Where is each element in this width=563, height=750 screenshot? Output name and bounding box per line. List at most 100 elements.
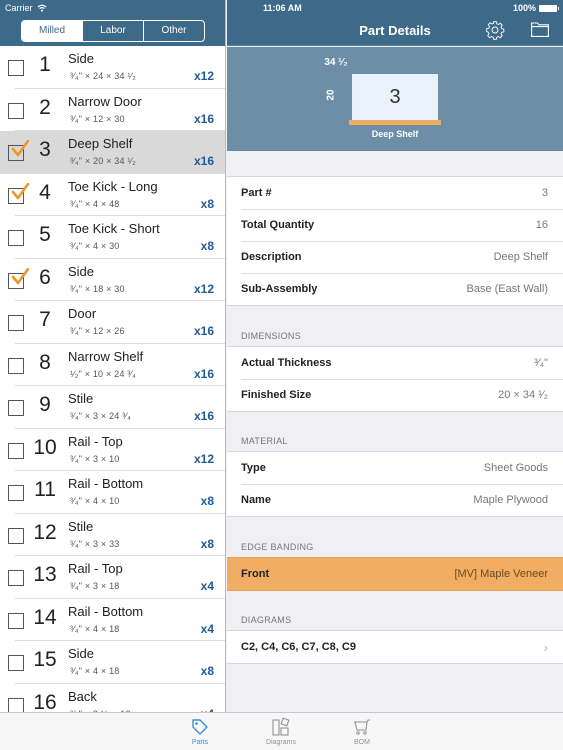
dimensions-group: Actual Thickness ³⁄₄" Finished Size 20 ×… <box>227 346 563 412</box>
diagrams-list: C2, C4, C6, C7, C8, C9 <box>241 641 356 653</box>
tab-bom-label: BOM <box>354 739 370 746</box>
part-name: Rail - Bottom <box>68 603 144 619</box>
part-quantity: x16 <box>193 154 214 168</box>
part-quantity: x12 <box>193 69 214 83</box>
part-dimensions: ¹⁄₂" × 10 × 24 ³⁄₄ <box>70 368 136 379</box>
part-checkbox[interactable] <box>8 442 24 459</box>
part-checkbox[interactable] <box>8 697 24 712</box>
parts-panel: Carrier Milled Labor Other 1 Side ³⁄₄" × 2… <box>0 0 226 712</box>
part-checkbox[interactable] <box>8 315 24 331</box>
tab-diagrams[interactable]: Diagrams <box>251 717 311 746</box>
checkmark-icon <box>11 140 30 157</box>
part-row[interactable]: 16Back³⁄₄" × 3 ¹⁄₂ × 12x4 <box>0 683 225 713</box>
part-row[interactable]: 11 Rail - Bottom ³⁄₄" × 4 × 10 x8 <box>0 471 225 514</box>
part-details-panel: 11:06 AM 100% Part Details 34 ¹⁄₂ 20 3 D… <box>227 0 563 712</box>
part-checkbox[interactable] <box>8 357 24 374</box>
preview-width-label: 34 ¹⁄₂ <box>324 57 348 68</box>
part-number: 14 <box>33 605 57 629</box>
part-dimensions: ³⁄₄" × 12 × 26 <box>70 326 125 336</box>
value-part-number: 3 <box>541 187 548 199</box>
part-checkbox[interactable] <box>8 655 24 671</box>
label-total-quantity: Total Quantity <box>241 219 315 231</box>
part-row[interactable]: 8 Narrow Shelf ¹⁄₂" × 10 × 24 ³⁄₄ x16 <box>0 343 225 386</box>
preview-part-rectangle: 3 <box>352 74 438 120</box>
row-edge-front[interactable]: Front [MV] Maple Veneer <box>227 558 563 590</box>
part-number: 16 <box>33 690 57 713</box>
part-checkbox[interactable] <box>8 570 24 586</box>
part-type-segmented-control: Milled Labor Other <box>21 20 205 42</box>
part-number: 11 <box>34 478 56 501</box>
wifi-icon <box>37 4 46 12</box>
segment-labor[interactable]: Labor <box>82 21 143 41</box>
label-description: Description <box>241 251 302 263</box>
part-checkbox[interactable] <box>8 400 24 416</box>
part-row[interactable]: 6 Side ³⁄₄" × 18 × 30 x12 <box>0 258 225 301</box>
segment-other[interactable]: Other <box>143 21 204 41</box>
segment-milled[interactable]: Milled <box>22 21 82 41</box>
part-row[interactable]: 2 Narrow Door ³⁄₄" × 12 × 30 x16 <box>0 88 225 131</box>
part-checkbox[interactable] <box>8 267 30 289</box>
part-number: 7 <box>39 308 51 331</box>
part-row[interactable]: 3 Deep Shelf ³⁄₄" × 20 × 34 ¹⁄₂ x16 <box>0 131 225 174</box>
part-row[interactable]: 9 Stile ³⁄₄" × 3 × 24 ³⁄₄ x16 <box>0 386 225 429</box>
value-edge-front: [MV] Maple Veneer <box>454 568 548 580</box>
part-number: 9 <box>39 393 51 416</box>
edge-banding-group: Front [MV] Maple Veneer <box>227 557 563 591</box>
value-material-name: Maple Plywood <box>473 494 548 506</box>
row-description: Description Deep Shelf <box>227 241 563 273</box>
part-dimensions: ³⁄₄" × 4 × 18 <box>70 623 120 634</box>
part-checkbox[interactable] <box>8 527 24 544</box>
gear-icon[interactable] <box>485 20 505 40</box>
label-material-type: Type <box>241 462 266 474</box>
part-row[interactable]: 4 Toe Kick - Long ³⁄₄" × 4 × 48 x8 <box>0 173 225 216</box>
part-quantity: x8 <box>200 196 214 211</box>
part-dimensions: ³⁄₄" × 4 × 18 <box>70 666 120 676</box>
value-actual-thickness: ³⁄₄" <box>534 357 548 369</box>
app-root: Carrier Milled Labor Other 1 Side ³⁄₄" × 2… <box>0 0 563 750</box>
part-checkbox[interactable] <box>8 140 30 161</box>
part-row[interactable]: 13 Rail - Top ³⁄₄" × 3 × 18 x4 <box>0 556 225 599</box>
part-row[interactable]: 10 Rail - Top ³⁄₄" × 3 × 10 x12 <box>0 428 225 471</box>
folder-icon[interactable] <box>531 22 549 37</box>
part-quantity: x16 <box>193 366 214 381</box>
part-name: Side <box>68 263 95 279</box>
part-row[interactable]: 14 Rail - Bottom ³⁄₄" × 4 × 18 x4 <box>0 598 225 641</box>
label-edge-front: Front <box>241 568 270 580</box>
dimensions-header: DIMENSIONS <box>241 331 302 341</box>
part-checkbox[interactable] <box>8 485 24 501</box>
part-name: Door <box>68 306 97 321</box>
part-row[interactable]: 15 Side ³⁄₄" × 4 × 18 x8 <box>0 641 225 684</box>
part-name: Toe Kick - Long <box>68 178 158 194</box>
part-row[interactable]: 1 Side ³⁄₄" × 24 × 34 ¹⁄₂ x12 <box>0 46 225 89</box>
part-checkbox[interactable] <box>8 182 30 204</box>
part-row[interactable]: 12 Stile ³⁄₄" × 3 × 33 x8 <box>0 513 225 556</box>
part-number: 4 <box>39 180 51 204</box>
part-name: Back <box>68 688 97 704</box>
part-quantity: x8 <box>200 536 214 551</box>
tab-parts[interactable]: Parts <box>170 717 230 746</box>
part-checkbox[interactable] <box>8 612 24 629</box>
part-checkbox[interactable] <box>8 102 24 119</box>
part-name: Stile <box>68 391 94 406</box>
part-row[interactable]: 5 Toe Kick - Short ³⁄₄" × 4 × 30 x8 <box>0 216 225 259</box>
part-row[interactable]: 7 Door ³⁄₄" × 12 × 26 x16 <box>0 301 225 344</box>
part-dimensions: ³⁄₄" × 20 × 34 ¹⁄₂ <box>70 156 136 166</box>
part-dimensions: ³⁄₄" × 3 × 18 <box>70 581 120 591</box>
parts-header: Carrier Milled Labor Other <box>0 0 225 46</box>
part-dimensions: ³⁄₄" × 3 × 33 <box>70 538 120 549</box>
part-quantity: x8 <box>200 239 214 253</box>
battery-percent: 100% <box>512 3 536 13</box>
tab-parts-label: Parts <box>191 739 209 746</box>
part-dimensions: ³⁄₄" × 3 × 10 <box>70 453 120 464</box>
tab-bom[interactable]: BOM <box>332 717 392 746</box>
part-quantity: x4 <box>200 621 214 636</box>
status-time: 11:06 AM <box>263 3 302 13</box>
part-dimensions: ³⁄₄" × 18 × 30 <box>70 283 125 294</box>
details-nav-bar: 11:06 AM 100% Part Details <box>227 0 563 46</box>
part-dimensions: ³⁄₄" × 3 × 24 ³⁄₄ <box>70 411 131 421</box>
label-finished-size: Finished Size <box>241 389 312 401</box>
part-name: Rail - Top <box>68 561 123 576</box>
part-checkbox[interactable] <box>8 60 24 76</box>
part-checkbox[interactable] <box>8 230 24 246</box>
row-diagrams[interactable]: C2, C4, C6, C7, C8, C9 › <box>227 631 563 663</box>
